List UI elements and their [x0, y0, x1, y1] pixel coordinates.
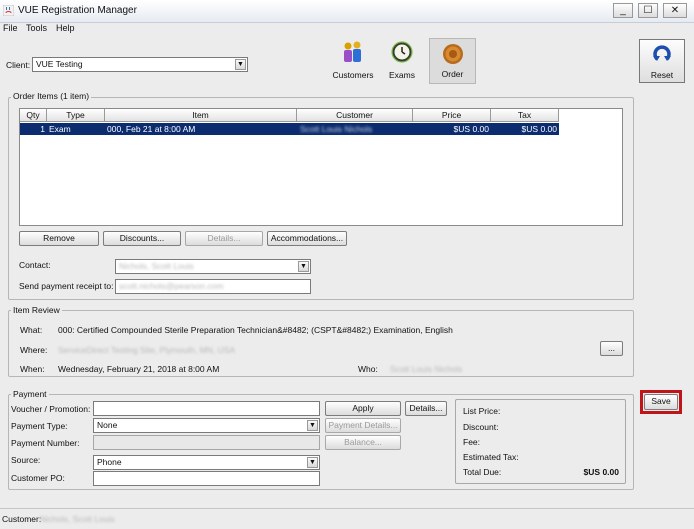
payment-details-button[interactable]: Payment Details...: [325, 418, 401, 433]
chevron-down-icon[interactable]: ▼: [298, 261, 309, 272]
column-header-price[interactable]: Price: [413, 109, 491, 122]
column-header-item[interactable]: Item: [105, 109, 297, 122]
title-bar: VUE Registration Manager _ ☐ ✕: [0, 0, 694, 23]
payment-type-value: None: [97, 420, 118, 430]
receipt-label: Send payment receipt to:: [19, 281, 114, 291]
table-row[interactable]: 1 Exam 000, Feb 21 at 8:00 AM Scott Loui…: [20, 123, 559, 135]
who-value: Scott Louis Nichols: [390, 364, 463, 374]
reset-button[interactable]: Reset: [639, 39, 685, 83]
coin-icon: [443, 44, 463, 64]
payment-number-label: Payment Number:: [11, 438, 80, 448]
menu-bar: File Tools Help: [0, 22, 694, 36]
payment-number-input[interactable]: [93, 435, 320, 450]
receipt-email-input[interactable]: scott.nichols@pearson.com: [115, 279, 311, 294]
payment-title: Payment: [11, 389, 49, 399]
chevron-down-icon[interactable]: ▼: [307, 420, 318, 431]
cell-tax: $US 0.00: [521, 124, 557, 134]
receipt-email-value: scott.nichols@pearson.com: [119, 281, 224, 291]
status-customer-value: Nichols, Scott Louis: [40, 514, 115, 524]
cell-price: $US 0.00: [453, 124, 489, 134]
reset-label: Reset: [650, 70, 674, 80]
total-due-label: Total Due:: [463, 467, 502, 477]
column-header-qty[interactable]: Qty: [20, 109, 47, 122]
item-details-button[interactable]: Details...: [185, 231, 263, 246]
menu-help[interactable]: Help: [56, 23, 75, 33]
menu-tools[interactable]: Tools: [26, 23, 47, 33]
exams-button[interactable]: Exams: [380, 38, 424, 84]
chevron-down-icon[interactable]: ▼: [235, 59, 246, 70]
customers-label: Customers: [332, 70, 374, 80]
contact-select-value: Nichols, Scott Louis: [119, 261, 194, 271]
minimize-button[interactable]: _: [613, 3, 633, 18]
source-select[interactable]: Phone ▼: [93, 455, 320, 470]
maximize-button[interactable]: ☐: [638, 3, 658, 18]
what-value: 000: Certified Compounded Sterile Prepar…: [58, 325, 453, 335]
what-label: What:: [20, 325, 43, 335]
fee-label: Fee:: [463, 437, 481, 447]
estimated-tax-label: Estimated Tax:: [463, 452, 519, 462]
client-select-value: VUE Testing: [36, 59, 83, 69]
discount-label: Discount:: [463, 422, 499, 432]
status-customer-label: Customer:: [2, 514, 42, 524]
cell-qty: 1: [40, 124, 45, 134]
voucher-input[interactable]: [93, 401, 320, 416]
when-value: Wednesday, February 21, 2018 at 8:00 AM: [58, 364, 220, 374]
order-items-title: Order Items (1 item): [11, 91, 92, 101]
refresh-icon: [653, 45, 671, 61]
close-button[interactable]: ✕: [663, 3, 687, 18]
clock-icon: [391, 41, 413, 63]
payment-details-dialog-button[interactable]: Details...: [405, 401, 447, 416]
customers-button[interactable]: Customers: [330, 38, 376, 84]
client-label: Client:: [6, 60, 31, 70]
where-value: ServiceDirect Testing Site, Plymouth, MN…: [58, 345, 235, 355]
customer-po-input[interactable]: [93, 471, 320, 486]
list-price-label: List Price:: [463, 406, 501, 416]
order-button[interactable]: Order: [429, 38, 476, 84]
exams-label: Exams: [389, 70, 415, 80]
window-title: VUE Registration Manager: [18, 5, 137, 16]
order-label: Order: [441, 69, 464, 79]
voucher-label: Voucher / Promotion:: [11, 404, 91, 414]
location-browse-button[interactable]: ...: [600, 341, 623, 356]
contact-select[interactable]: Nichols, Scott Louis ▼: [115, 259, 311, 274]
payment-type-label: Payment Type:: [11, 421, 68, 431]
column-header-type[interactable]: Type: [47, 109, 105, 122]
accommodations-button[interactable]: Accommodations...: [267, 231, 347, 246]
source-label: Source:: [11, 455, 41, 465]
where-label: Where:: [20, 345, 48, 355]
cell-item: 000, Feb 21 at 8:00 AM: [107, 124, 196, 134]
client-select[interactable]: VUE Testing ▼: [32, 57, 248, 72]
column-header-customer[interactable]: Customer: [297, 109, 413, 122]
menu-file[interactable]: File: [3, 23, 18, 33]
chevron-down-icon[interactable]: ▼: [307, 457, 318, 468]
balance-button[interactable]: Balance...: [325, 435, 401, 450]
payment-type-select[interactable]: None ▼: [93, 418, 320, 433]
customer-po-label: Customer PO:: [11, 473, 65, 483]
when-label: When:: [20, 364, 45, 374]
item-review-title: Item Review: [11, 305, 62, 315]
column-header-tax[interactable]: Tax: [491, 109, 559, 122]
total-due-value: $US 0.00: [583, 467, 619, 477]
who-label: Who:: [358, 364, 378, 374]
cell-customer: Scott Louis Nichols: [300, 124, 373, 134]
status-bar: Customer: Nichols, Scott Louis: [0, 508, 694, 529]
apply-button[interactable]: Apply: [325, 401, 401, 416]
order-items-table: Qty Type Item Customer Price Tax 1 Exam …: [19, 108, 623, 226]
save-button[interactable]: Save: [644, 394, 678, 410]
customers-icon: [344, 41, 361, 62]
remove-button[interactable]: Remove: [19, 231, 99, 246]
cell-type: Exam: [49, 124, 71, 134]
java-app-icon: [3, 5, 14, 16]
contact-label: Contact:: [19, 260, 51, 270]
discounts-button[interactable]: Discounts...: [103, 231, 181, 246]
source-value: Phone: [97, 457, 122, 467]
